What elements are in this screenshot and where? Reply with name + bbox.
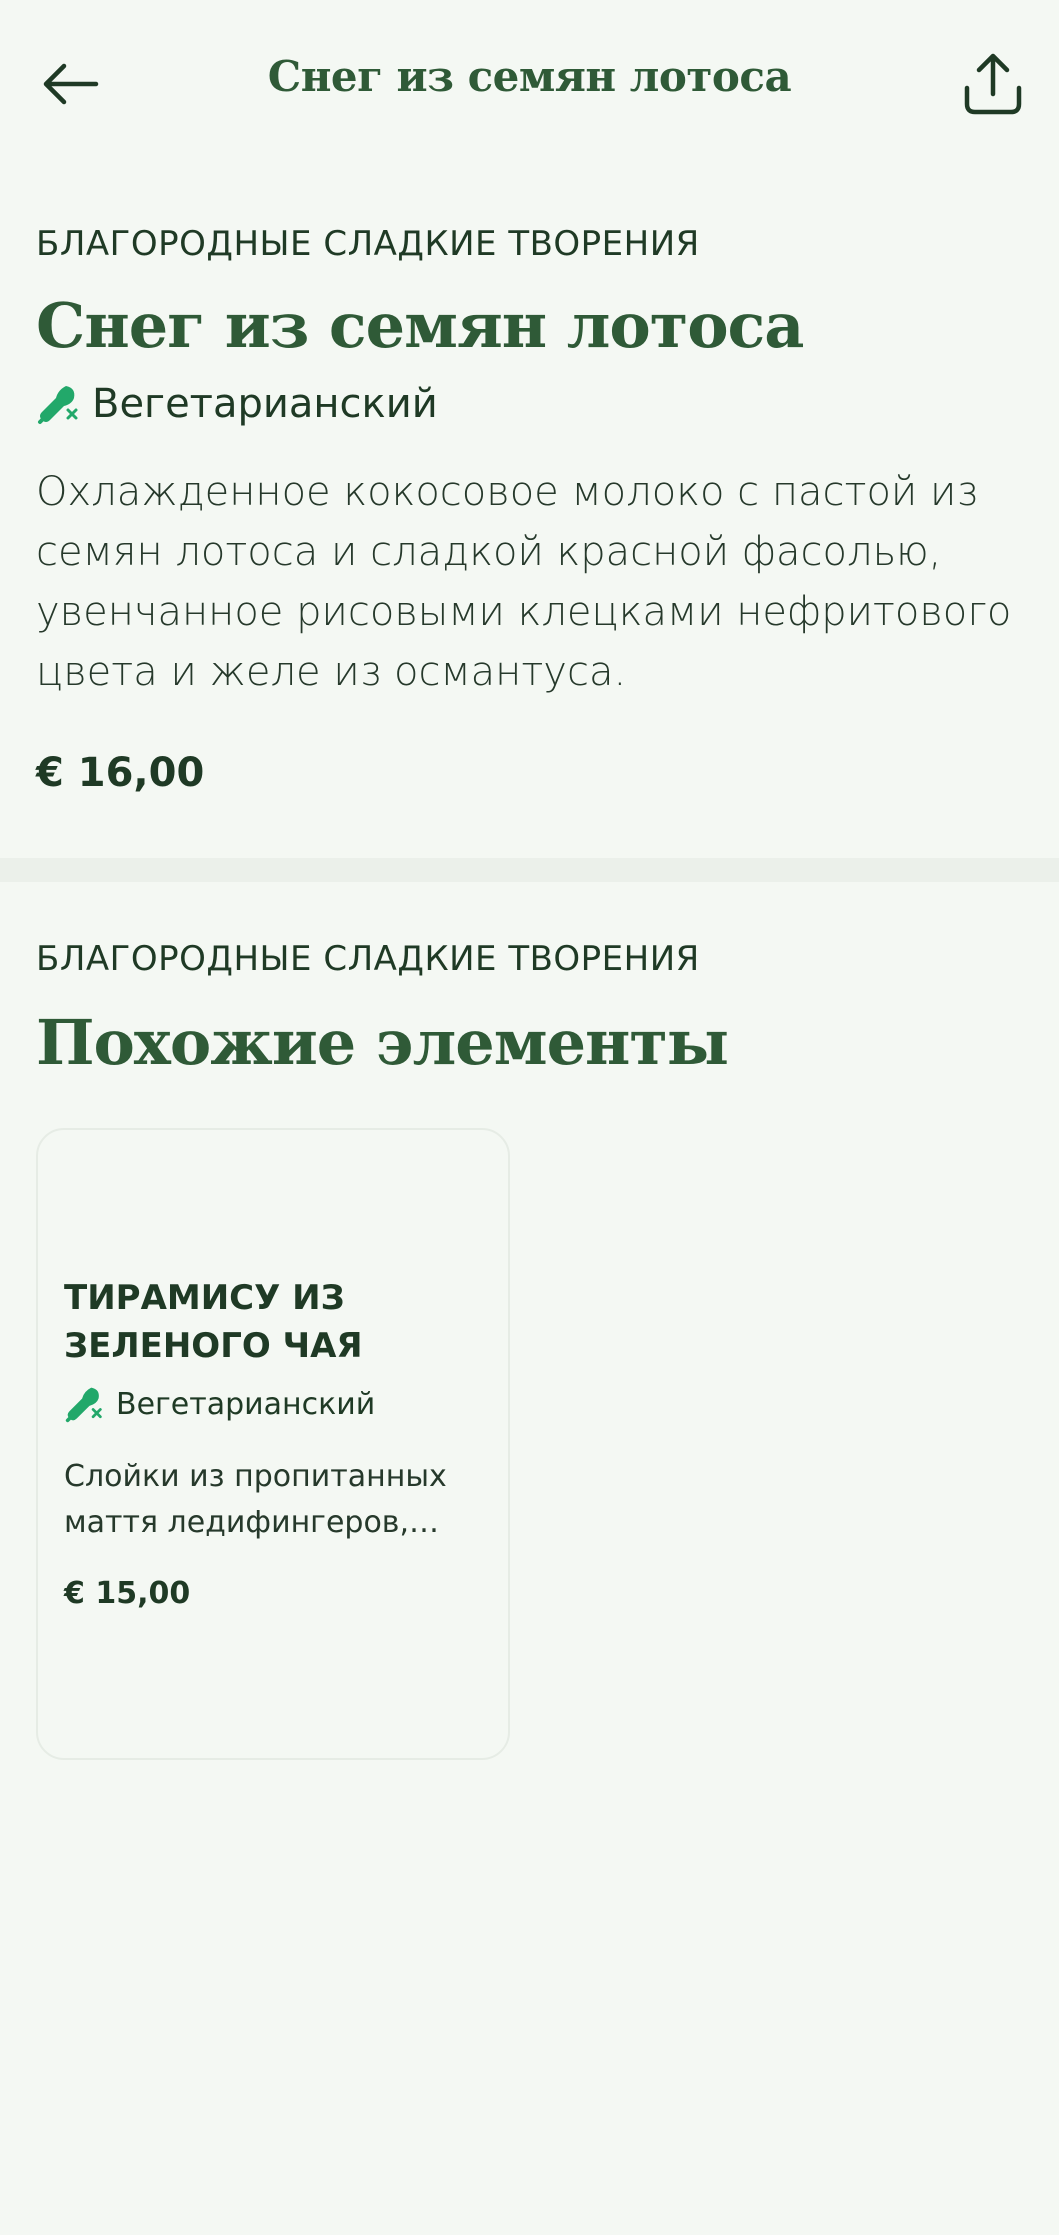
header-title: Снег из семян лотоса bbox=[267, 52, 792, 101]
similar-category: БЛАГОРОДНЫЕ СЛАДКИЕ ТВОРЕНИЯ bbox=[36, 939, 700, 979]
item-detail: БЛАГОРОДНЫЕ СЛАДКИЕ ТВОРЕНИЯ Снег из сем… bbox=[36, 220, 1026, 796]
item-category: БЛАГОРОДНЫЕ СЛАДКИЕ ТВОРЕНИЯ bbox=[36, 224, 700, 264]
item-price: € 16,00 bbox=[36, 750, 205, 796]
similar-title: Похожие элементы bbox=[36, 1006, 729, 1079]
dietary-tag: Вегетарианский bbox=[36, 376, 1026, 432]
card-description: Слойки из пропитанных маття ледифингеров… bbox=[64, 1459, 447, 1540]
dietary-label: Вегетарианский bbox=[92, 381, 438, 427]
item-title: Снег из семян лотоса bbox=[36, 289, 804, 362]
top-bar: Снег из семян лотоса bbox=[0, 0, 1059, 170]
card-dietary-label: Вегетарианский bbox=[116, 1386, 376, 1422]
share-icon bbox=[964, 53, 1022, 115]
card-title: ТИРАМИСУ ИЗ ЗЕЛЕНОГО ЧАЯ bbox=[64, 1278, 363, 1366]
card-content: ТИРАМИСУ ИЗ ЗЕЛЕНОГО ЧАЯ Вегетарианский … bbox=[64, 1274, 484, 1611]
similar-item-card[interactable]: ТИРАМИСУ ИЗ ЗЕЛЕНОГО ЧАЯ Вегетарианский … bbox=[36, 1128, 510, 1760]
vegetarian-icon bbox=[36, 382, 80, 426]
card-price: € 15,00 bbox=[64, 1576, 191, 1611]
card-dietary-tag: Вегетарианский bbox=[64, 1382, 484, 1426]
section-divider bbox=[0, 858, 1059, 882]
item-description: Охлажденное кокосовое молоко с пастой из… bbox=[36, 469, 1012, 695]
vegetarian-icon bbox=[64, 1384, 104, 1424]
share-button[interactable] bbox=[953, 44, 1033, 124]
similar-section: БЛАГОРОДНЫЕ СЛАДКИЕ ТВОРЕНИЯ Похожие эле… bbox=[36, 935, 1026, 1085]
